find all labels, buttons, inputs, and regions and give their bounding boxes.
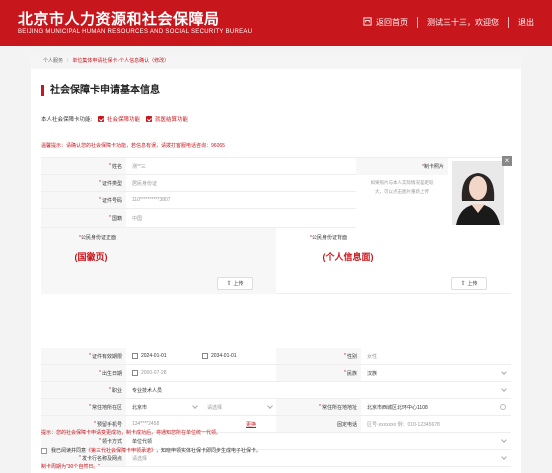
upload-icon: ⇧ — [460, 281, 466, 287]
row-id-uploads: *公民身份证正面 (国徽页) ⇧ 上传 *公民身份证背面 (个人信息面) ⇧ 上传 — [41, 228, 511, 294]
application-form: * 姓名 测**三 * 证件类型 居民身份证 * 证件号码 110**********… — [41, 156, 512, 467]
row-name: * 姓名 测**三 — [41, 158, 356, 175]
notice-text: 温馨提示：请确认您的社会保障卡功能，若信息有误，请拨打客服电话咨询：96065 — [41, 142, 225, 149]
brand-title: 北京市人力资源和社会保障局 — [18, 11, 220, 28]
divider — [508, 17, 509, 28]
address-field[interactable]: 北京市西城区北环中心1108 — [361, 399, 511, 415]
upload-back-button[interactable]: ⇧ 上传 — [451, 277, 487, 290]
calendar-icon — [132, 370, 138, 376]
photo-label: 制卡照片 — [423, 164, 444, 170]
row-job: * 职业 专业技术人员 — [41, 382, 511, 399]
name-field[interactable]: 测**三 — [126, 158, 356, 174]
feature-medical-label: 就医结算功能 — [155, 117, 189, 123]
close-icon[interactable]: × — [502, 156, 512, 166]
upload-front-button[interactable]: ⇧ 上传 — [217, 277, 253, 290]
gender-label: 性别 — [346, 353, 357, 360]
id-back-face: (个人信息面) — [322, 252, 374, 262]
header-nav: 返回首页 测试三十三，欢迎您 退出 — [363, 17, 534, 28]
id-back-label: 公民身份证背面 — [311, 235, 347, 241]
agreement: 我已阅读并同意 《第三代社会保障卡申领承诺》 ，知晓申领实体社保卡即同步生成电子社保… — [41, 447, 261, 454]
agree-checkbox[interactable] — [41, 447, 47, 454]
phone-label: 固定电话 — [336, 421, 357, 428]
breadcrumb: 个人服务 / 单位集体申请社保卡-个人信息确认（修改） — [31, 53, 521, 69]
validity-label: 证件有效期限 — [91, 353, 122, 360]
brand-subtitle: BEIJING MUNICIPAL HUMAN RESOURCES AND SO… — [18, 29, 253, 35]
photo-hint: 如果照片与本人实际情况差距较 大，可以点击图片重新上传 — [370, 180, 434, 194]
change-mobile-link[interactable]: 更换 — [246, 421, 256, 428]
photo-panel: * 制卡照片 如果照片与本人实际情况差距较 大，可以点击图片重新上传 × — [356, 156, 512, 228]
nationality-label: 国籍 — [111, 215, 122, 222]
ethnicity-select[interactable]: 汉族 — [361, 365, 511, 381]
id-front-label: 公民身份证正面 — [80, 235, 116, 241]
agree-pre: 我已阅读并同意 — [51, 448, 87, 454]
home-link[interactable]: 返回首页 — [363, 17, 408, 28]
row-birth: * 出生日期 2000-07-28 * 民族 汉族 — [41, 365, 511, 382]
feature-social-checkbox[interactable] — [98, 116, 105, 122]
main-card: 个人服务 / 单位集体申请社保卡-个人信息确认（修改） 社会保障卡申请基本信息 本人… — [31, 53, 521, 473]
breadcrumb-current: 单位集体申请社保卡-个人信息确认（修改） — [72, 58, 170, 64]
id-front-face: (国徽页) — [74, 252, 108, 262]
gender-field[interactable]: 女性 — [361, 348, 511, 364]
card-period-note: 制卡周期为"30个自然日。" — [41, 464, 101, 470]
validity-start[interactable]: 2024-01-01 — [126, 348, 196, 364]
logout-link[interactable]: 退出 — [518, 17, 534, 28]
region-district-select[interactable]: 请选择 — [201, 399, 276, 415]
id-no-label: 证件号码 — [101, 197, 122, 204]
phone-field[interactable]: 区号-xxxxxxx 例：010-12345678 — [361, 416, 511, 432]
card-features: 本人社会保障卡功能: 社会保障功能 就医结算功能 — [41, 115, 188, 123]
welcome-text: 测试三十三，欢迎您 — [427, 18, 499, 27]
row-validity: * 证件有效期限 2024-01-01 2034-01-01 * 性别 女性 — [41, 348, 511, 365]
clear-icon[interactable] — [500, 404, 506, 410]
job-select[interactable]: 专业技术人员 — [126, 382, 511, 398]
calendar-icon — [202, 353, 208, 359]
pickup-label: 领卡方式 — [101, 438, 122, 445]
feature-medical-checkbox[interactable] — [146, 116, 153, 122]
breadcrumb-divider: / — [67, 58, 69, 64]
id-type-field[interactable]: 居民身份证 — [126, 175, 356, 191]
job-label: 职业 — [111, 387, 122, 394]
page-title: 社会保障卡申请基本信息 — [41, 85, 160, 96]
birth-field[interactable]: 2000-07-28 — [126, 365, 276, 381]
birth-label: 出生日期 — [101, 370, 122, 377]
divider — [417, 17, 418, 28]
region-city-select[interactable]: 北京市 — [126, 399, 201, 415]
bottom-tip: 提示：您的社会保障卡申请变更成功，制卡成功后，将通知您所在单位统一代领。 — [41, 430, 222, 436]
agree-post: ，知晓申领实体社保卡即同步生成电子社保卡。 — [156, 448, 262, 454]
home-icon — [363, 17, 372, 26]
features-label: 本人社会保障卡功能: — [41, 117, 93, 123]
feature-social-label: 社会保障功能 — [107, 117, 141, 123]
breadcrumb-root[interactable]: 个人服务 — [43, 58, 63, 64]
calendar-icon — [132, 353, 138, 359]
ethnicity-label: 民族 — [346, 370, 357, 377]
address-label: 常住所在地地址 — [321, 404, 357, 411]
name-label: 姓名 — [111, 163, 122, 170]
row-id-no: * 证件号码 110**********3807 — [41, 192, 356, 209]
region-label: 常住地所在区 — [91, 404, 122, 411]
row-nationality: * 国籍 中国 — [41, 209, 356, 228]
upload-icon: ⇧ — [226, 281, 232, 287]
row-region: * 常住地所在区 北京市 请选择 * 常住所在地地址 北京市西城区北环中心1108 — [41, 399, 511, 416]
agreement-link[interactable]: 《第三代社会保障卡申领承诺》 — [86, 447, 156, 454]
bank-label: 发卡行名称及网点 — [81, 455, 122, 462]
row-id-type: * 证件类型 居民身份证 — [41, 175, 356, 192]
id-no-field[interactable]: 110**********3807 — [126, 192, 356, 208]
id-photo[interactable] — [452, 161, 504, 225]
mobile-label: 预留手机号 — [96, 421, 122, 428]
id-type-label: 证件类型 — [101, 180, 122, 187]
notice-phone: 96065 — [211, 143, 225, 149]
portrait-image — [452, 161, 504, 225]
nationality-field[interactable]: 中国 — [126, 209, 356, 227]
site-header: 北京市人力资源和社会保障局 BEIJING MUNICIPAL HUMAN RE… — [0, 0, 552, 46]
validity-end[interactable]: 2034-01-01 — [196, 348, 276, 364]
home-label: 返回首页 — [376, 18, 408, 27]
notice-body: 温馨提示：请确认您的社会保障卡功能，若信息有误，请拨打客服电话咨询： — [41, 143, 212, 149]
